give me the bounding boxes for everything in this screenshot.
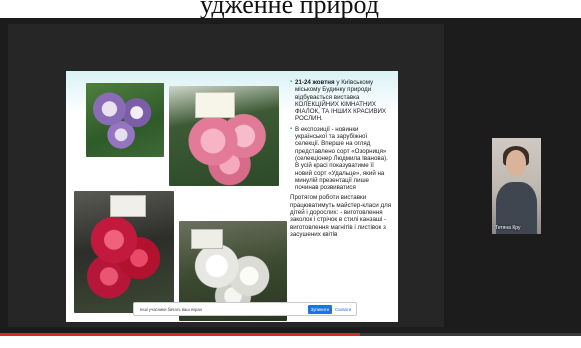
variety-label-card [191, 229, 223, 249]
slide-paragraph-bold: 21-24 жовтня [295, 79, 335, 86]
top-caption-strip: удженне природ [0, 0, 581, 18]
video-progress-bar[interactable] [0, 333, 581, 348]
variety-label-card [195, 92, 235, 118]
screen-share-notice: Інші учасники бачать ваш екран Зупинити … [133, 302, 357, 316]
violet-photo-purple [86, 83, 164, 157]
violet-photo-red [74, 191, 174, 313]
slide-paragraph-tail: Протягом роботи виставки працюватимуть м… [290, 194, 392, 238]
violet-photo-pink [169, 86, 279, 186]
participant-name: Тетяна Кру [495, 225, 521, 231]
participant-tile[interactable]: Тетяна Кру [492, 138, 541, 234]
slide-paragraph: В експозиції - новинки української та за… [290, 126, 392, 192]
slide-paragraph-text: В експозиції - новинки української та за… [295, 125, 388, 192]
top-caption-text: удженне природ [200, 0, 379, 18]
screen-share-message: Інші учасники бачать ваш екран [140, 306, 202, 312]
stop-sharing-button[interactable]: Зупинити [307, 304, 332, 314]
slide-text-block: 21-24 жовтня у Київському міському Будин… [290, 79, 392, 238]
shared-screen-area: 21-24 жовтня у Київському міському Будин… [8, 24, 444, 327]
participant-video-face [506, 150, 526, 176]
variety-label-card [110, 195, 146, 217]
presentation-slide: 21-24 жовтня у Київському міському Будин… [66, 71, 398, 322]
progress-played [0, 333, 361, 336]
slide-paragraph: 21-24 жовтня у Київському міському Будин… [290, 79, 392, 123]
hide-notice-button[interactable]: Сховати [335, 307, 356, 312]
slide-paragraph-text: у Київському міському Будинку природи ві… [295, 79, 387, 123]
